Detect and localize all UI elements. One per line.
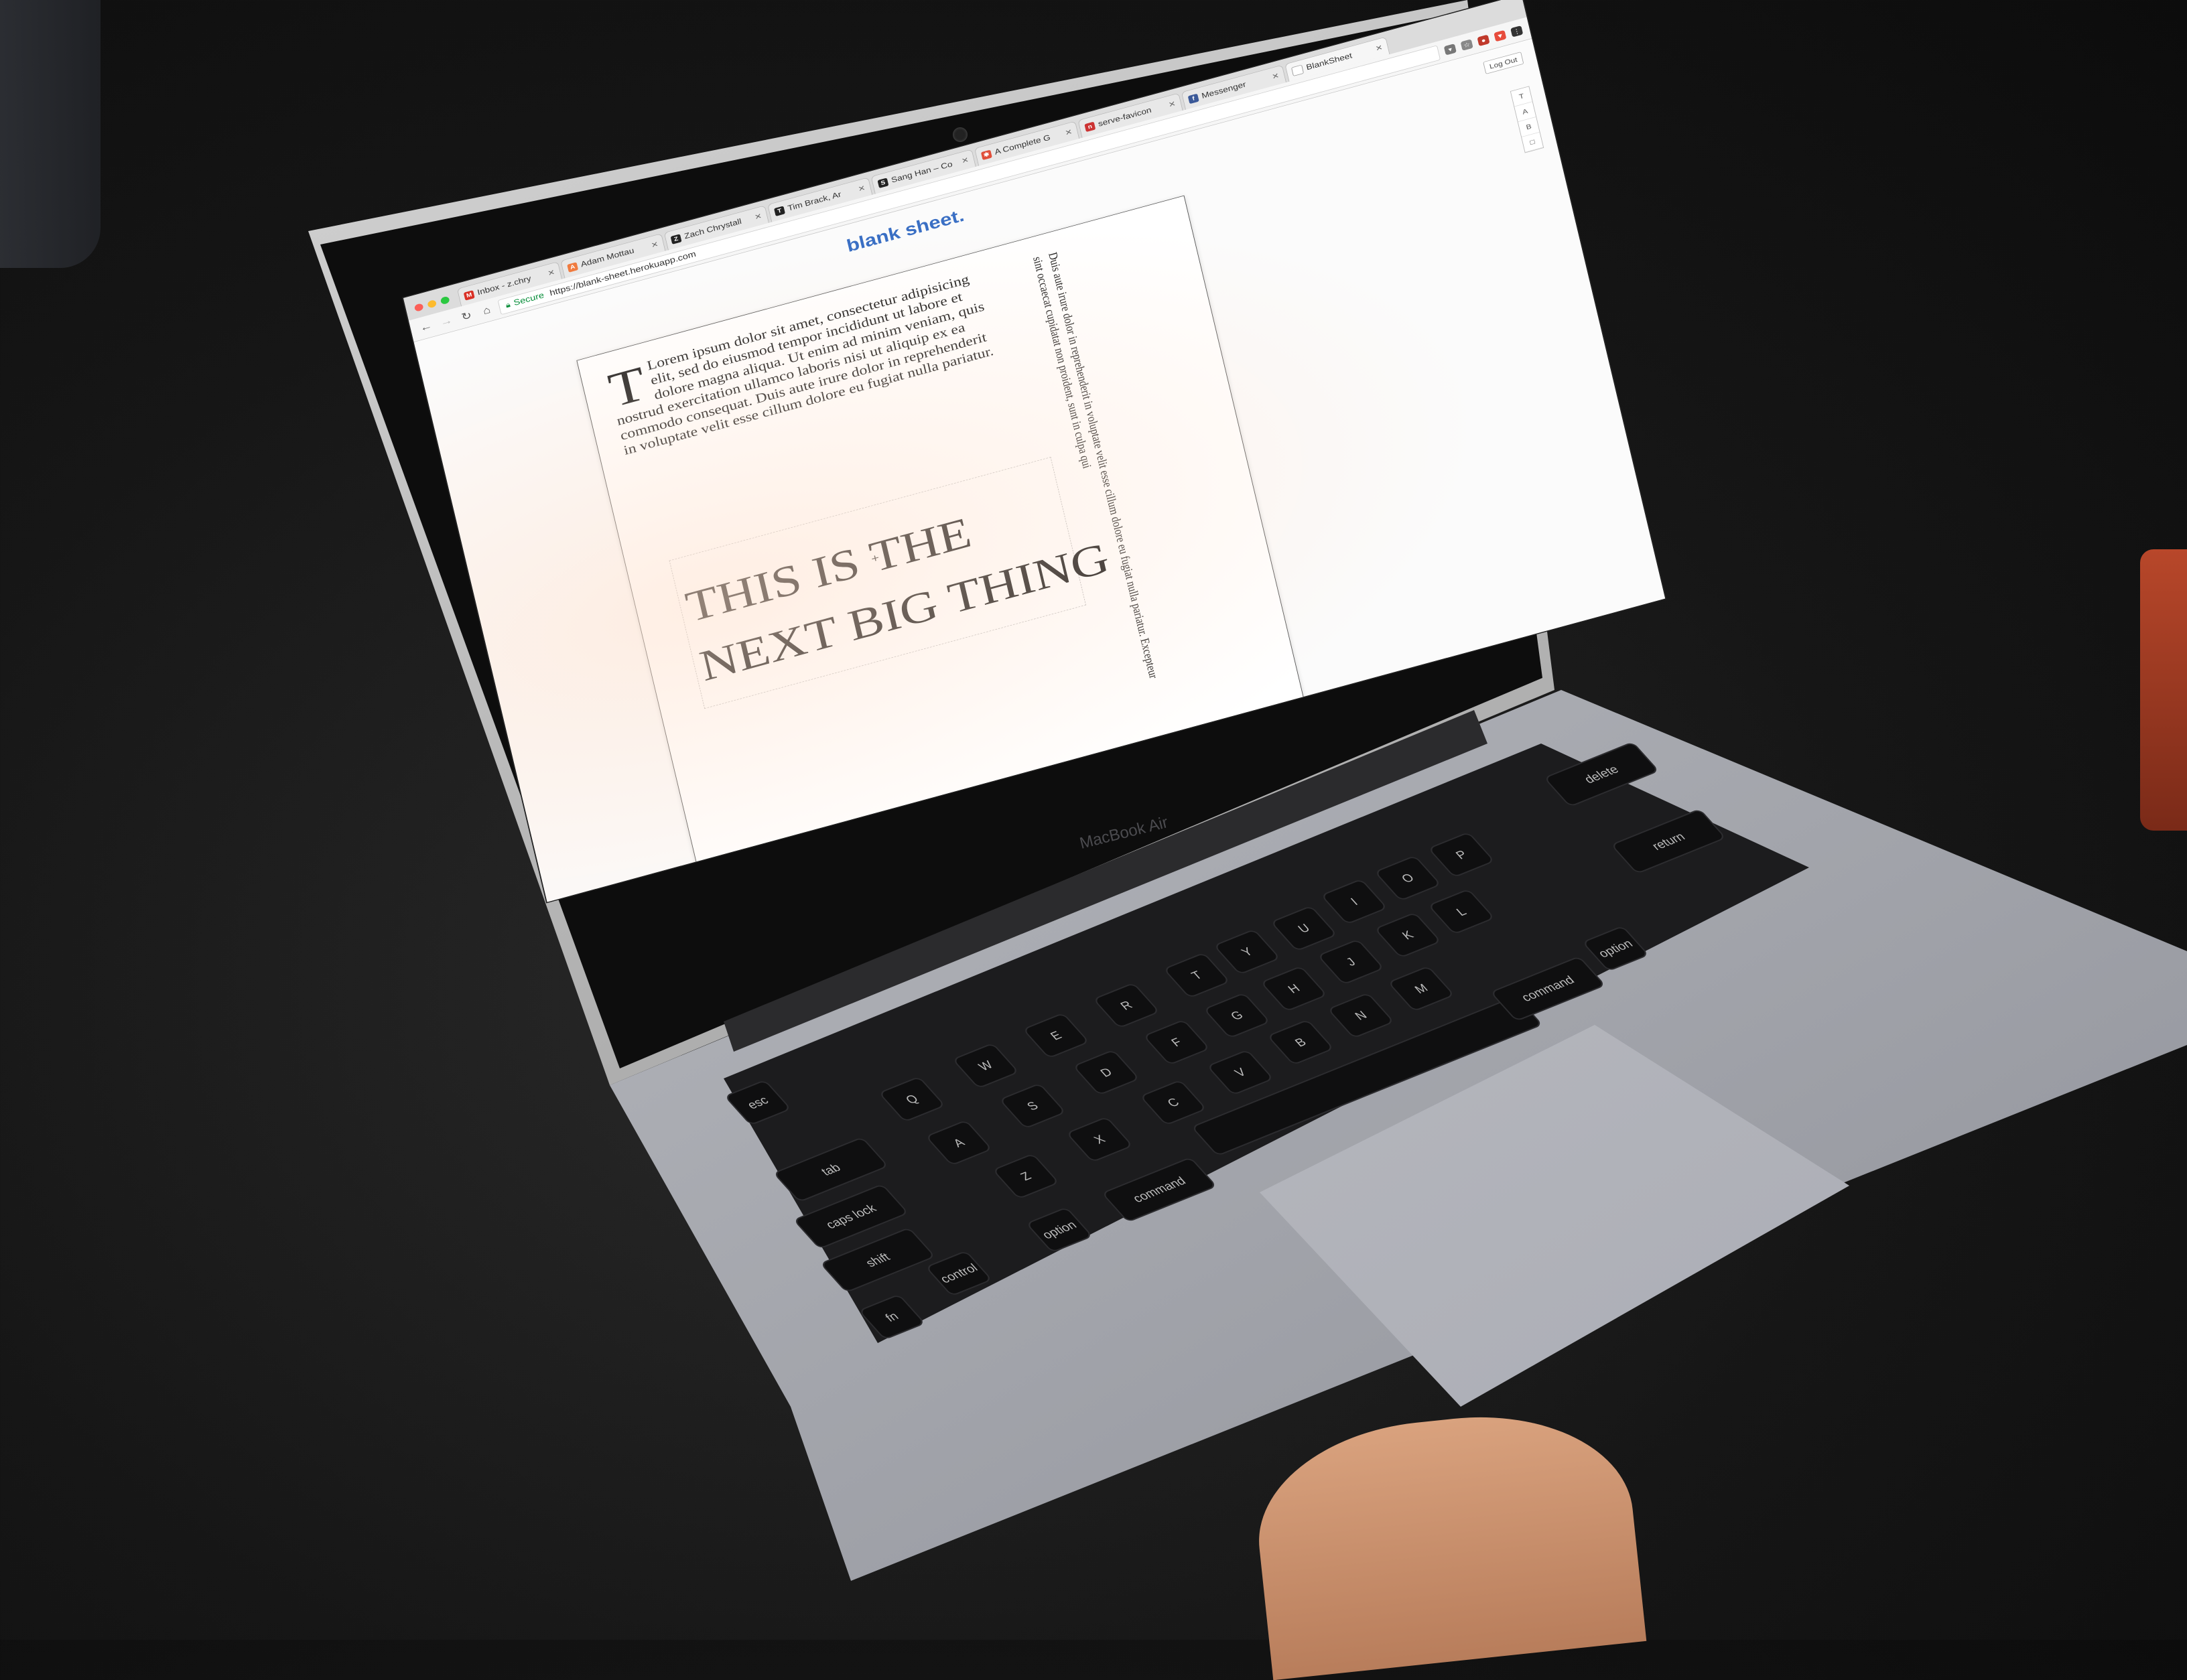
webcam-icon: [953, 127, 968, 142]
close-window-icon[interactable]: [413, 303, 424, 312]
close-icon[interactable]: ✕: [1374, 43, 1383, 53]
forward-arrow-icon[interactable]: →: [438, 314, 456, 330]
secure-label: Secure: [513, 291, 545, 307]
tab-favicon-icon: Z: [670, 233, 682, 244]
holding-hand: [1248, 1401, 1647, 1680]
close-icon[interactable]: ✕: [547, 268, 555, 278]
photo-scene: M Inbox - z.chry ✕ A Adam Mottau ✕ Z Zach Chr…: [0, 0, 2187, 1680]
pocket-icon[interactable]: ▼: [1494, 29, 1507, 42]
reload-icon[interactable]: ↻: [458, 308, 476, 325]
facebook-icon: f: [1187, 93, 1199, 104]
gmail-icon: M: [463, 289, 475, 301]
tab-favicon-icon: ✱: [980, 149, 992, 160]
close-icon[interactable]: ✕: [1271, 71, 1280, 81]
minimize-window-icon[interactable]: [427, 299, 438, 309]
lock-icon: 🔒︎: [505, 300, 511, 309]
star-icon[interactable]: ☆: [1460, 38, 1473, 51]
background-lamp: [0, 0, 101, 268]
extension-icon[interactable]: ●: [1477, 34, 1490, 46]
background-chair: [2140, 549, 2187, 831]
tab-favicon-icon: n: [1084, 121, 1096, 132]
tab-favicon-icon: S: [877, 178, 889, 188]
tool-palette: T A B □: [1510, 86, 1544, 153]
close-icon[interactable]: ✕: [650, 240, 659, 250]
home-icon[interactable]: ⌂: [478, 303, 496, 318]
document-icon: [1290, 64, 1305, 76]
close-icon[interactable]: ✕: [857, 184, 866, 194]
back-arrow-icon[interactable]: ←: [417, 320, 435, 335]
close-icon[interactable]: ✕: [1064, 127, 1073, 137]
drop-cap: T: [603, 355, 651, 418]
logout-button[interactable]: Log Out: [1482, 52, 1524, 74]
close-icon[interactable]: ✕: [1168, 99, 1177, 109]
paragraph-text: Lorem ipsum dolor sit amet, consectetur …: [615, 271, 995, 458]
tab-favicon-icon: T: [773, 205, 785, 216]
close-icon[interactable]: ✕: [961, 155, 970, 165]
body-paragraph[interactable]: T Lorem ipsum dolor sit amet, consectetu…: [604, 267, 1006, 458]
maximize-window-icon[interactable]: [440, 295, 450, 305]
tab-favicon-icon: A: [567, 261, 579, 273]
menu-icon[interactable]: ⋮: [1510, 25, 1524, 38]
close-icon[interactable]: ✕: [754, 212, 763, 222]
extension-icon[interactable]: ▾: [1443, 43, 1457, 56]
